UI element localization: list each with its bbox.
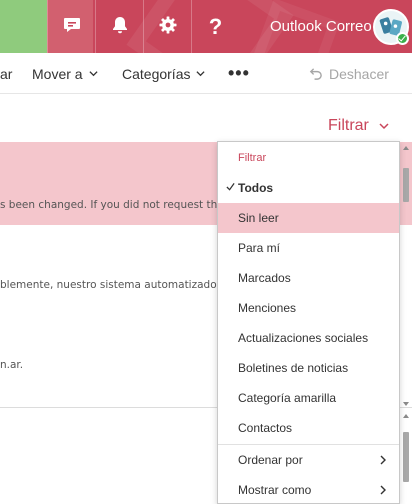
- filter-option-label: Boletines de noticias: [238, 361, 349, 375]
- filter-option-label: Todos: [238, 181, 274, 195]
- truncated-command-button[interactable]: ar: [0, 53, 12, 94]
- more-icon: •••: [228, 63, 250, 83]
- gear-icon: [158, 15, 178, 39]
- filter-option-sin-leer[interactable]: Sin leer: [218, 203, 399, 233]
- chat-button[interactable]: [47, 0, 95, 53]
- chat-icon: [62, 15, 82, 39]
- filter-option-categoria-amarilla[interactable]: Categoría amarilla: [218, 383, 399, 413]
- chevron-down-icon: [89, 71, 98, 77]
- undo-button[interactable]: Deshacer: [308, 53, 389, 94]
- message-list-header: Filtrar: [0, 94, 412, 142]
- chevron-down-icon: [379, 123, 389, 130]
- message-list-scrollbar[interactable]: [400, 142, 412, 410]
- filter-option-menciones[interactable]: Menciones: [218, 293, 399, 323]
- check-icon: [226, 183, 235, 191]
- filter-label: Filtrar: [328, 117, 369, 134]
- command-bar: ar Mover a Categorías ••• Deshacer: [0, 53, 412, 94]
- help-icon: ?: [208, 13, 223, 39]
- presence-available-icon: [396, 32, 409, 45]
- filter-option-contactos[interactable]: Contactos: [218, 413, 399, 443]
- scroll-thumb[interactable]: [403, 432, 409, 482]
- suite-header: ? Outlook Correo: [0, 0, 412, 53]
- filter-option-label: Menciones: [238, 301, 297, 315]
- move-to-button[interactable]: Mover a: [32, 53, 98, 94]
- filter-option-todos[interactable]: Todos: [218, 173, 399, 203]
- undo-label: Deshacer: [329, 65, 389, 82]
- app-title[interactable]: Outlook Correo: [270, 0, 372, 53]
- categories-label: Categorías: [122, 65, 191, 82]
- submenu-label: Ordenar por: [238, 453, 303, 467]
- filter-option-label: Marcados: [238, 271, 291, 285]
- chevron-right-icon: [380, 485, 386, 495]
- filter-option-label: Actualizaciones sociales: [238, 331, 369, 345]
- sort-by-menu-item[interactable]: Ordenar por: [218, 445, 399, 475]
- truncated-command-label: ar: [0, 65, 13, 82]
- scroll-up-arrow-icon[interactable]: [403, 414, 409, 418]
- chevron-down-icon: [196, 71, 206, 77]
- show-as-menu-item[interactable]: Mostrar como: [218, 475, 399, 503]
- filter-option-boletines[interactable]: Boletines de noticias: [218, 353, 399, 383]
- filter-option-label: Sin leer: [238, 211, 279, 225]
- chevron-right-icon: [380, 455, 386, 465]
- bell-icon: [110, 15, 130, 39]
- filter-option-label: Categoría amarilla: [238, 391, 337, 405]
- settings-button[interactable]: [143, 0, 191, 53]
- submenu-label: Mostrar como: [238, 483, 312, 497]
- filter-option-marcados[interactable]: Marcados: [218, 263, 399, 293]
- filter-button[interactable]: Filtrar: [328, 117, 389, 135]
- more-commands-button[interactable]: •••: [228, 53, 250, 94]
- filter-option-actualizaciones-sociales[interactable]: Actualizaciones sociales: [218, 323, 399, 353]
- message-snippet: blemente, nuestro sistema automatizado h…: [0, 279, 234, 291]
- message-snippet: s been changed. If you did not request t…: [0, 199, 226, 211]
- scroll-down-arrow-icon[interactable]: [403, 402, 409, 406]
- filter-menu-title: Filtrar: [238, 152, 267, 164]
- notifications-button[interactable]: [95, 0, 143, 53]
- help-button[interactable]: ?: [191, 0, 239, 53]
- app-launcher-tile[interactable]: [0, 0, 47, 53]
- filter-option-label: Para mí: [238, 241, 281, 255]
- undo-icon: [309, 68, 322, 80]
- scroll-up-arrow-icon[interactable]: [403, 146, 409, 150]
- filter-option-label: Contactos: [238, 421, 293, 435]
- reading-pane-scrollbar[interactable]: [400, 410, 412, 504]
- move-to-label: Mover a: [32, 65, 83, 82]
- filter-menu: Filtrar Todos Sin leer Para mí Marcados …: [217, 141, 400, 504]
- filter-option-para-mi[interactable]: Para mí: [218, 233, 399, 263]
- scroll-thumb[interactable]: [403, 168, 409, 202]
- categories-button[interactable]: Categorías: [122, 53, 206, 94]
- message-snippet: n.ar.: [0, 359, 24, 371]
